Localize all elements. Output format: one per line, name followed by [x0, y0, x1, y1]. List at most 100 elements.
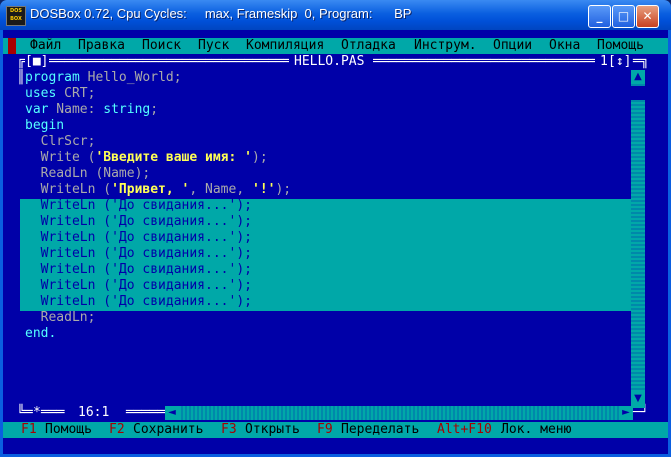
editor-frame-top-left: ╔	[17, 54, 25, 69]
hscroll-right-arrow-icon[interactable]: ►	[619, 406, 633, 420]
menu-item-search[interactable]: Поиск	[142, 38, 181, 54]
code-text: WriteLn (	[25, 214, 112, 229]
maximize-button[interactable]: □	[612, 5, 635, 28]
horizontal-scrollbar[interactable]	[179, 406, 619, 420]
hscroll-left-arrow-icon[interactable]: ◄	[165, 406, 179, 420]
menu-item-options[interactable]: Опции	[493, 38, 532, 54]
code-text: );	[236, 198, 252, 213]
status-label-help[interactable]: Помощь	[45, 422, 92, 438]
code-line[interactable]: WriteLn ('До свидания...');	[25, 262, 252, 278]
code-keyword: uses	[25, 86, 57, 101]
menu-item-run[interactable]: Пуск	[198, 38, 229, 54]
code-text: ;	[150, 102, 159, 117]
code-text: );	[252, 150, 268, 165]
status-key-f2[interactable]: F2	[109, 422, 125, 438]
code-line[interactable]: ClrScr;	[25, 134, 96, 150]
editor-modified-marker: *	[33, 405, 41, 420]
code-text: );	[275, 182, 292, 197]
code-keyword: end.	[25, 326, 57, 341]
editor-file-name: HELLO.PAS	[294, 54, 365, 69]
code-text: Name:	[48, 102, 104, 117]
menu-item-window[interactable]: Окна	[549, 38, 580, 54]
vertical-scrollbar[interactable]	[631, 70, 645, 408]
code-text: CRT;	[56, 86, 96, 101]
code-line[interactable]: end.	[25, 326, 56, 342]
code-line[interactable]: uses CRT;	[25, 86, 95, 102]
title-bar[interactable]: DOS BOX DOSBox 0.72, Cpu Cycles: max, Fr…	[0, 0, 671, 30]
code-line[interactable]: WriteLn ('До свидания...');	[25, 278, 252, 294]
status-label-open[interactable]: Открыть	[245, 422, 300, 438]
status-key-alt-f10[interactable]: Alt+F10	[437, 422, 492, 438]
code-line[interactable]: WriteLn ('До свидания...');	[25, 294, 252, 310]
dosbox-window: DOS BOX DOSBox 0.72, Cpu Cycles: max, Fr…	[0, 0, 671, 457]
code-text: );	[236, 230, 252, 245]
code-text: WriteLn (	[25, 262, 112, 277]
code-string: 'До свидания...'	[111, 246, 237, 261]
code-line[interactable]: WriteLn ('До свидания...');	[25, 230, 252, 246]
vscroll-down-arrow-icon[interactable]: ▼	[631, 392, 645, 406]
code-string: 'До свидания...'	[111, 198, 237, 213]
menu-item-edit[interactable]: Правка	[78, 38, 125, 54]
status-label-local-menu[interactable]: Лок. меню	[501, 422, 571, 438]
code-text: );	[236, 214, 252, 229]
cursor-position: 16:1	[78, 405, 110, 420]
code-text: );	[236, 278, 252, 293]
code-text: );	[236, 294, 252, 309]
code-keyword: string	[103, 102, 151, 117]
code-text: WriteLn (	[25, 198, 112, 213]
close-button[interactable]: ✕	[636, 5, 659, 28]
editor-frame-bottom-left: ╚═	[17, 405, 33, 420]
dosbox-app-icon[interactable]: DOS BOX	[6, 6, 26, 26]
editor-zoom-box[interactable]: [↕]	[608, 54, 631, 70]
menu-item-file[interactable]: Файл	[30, 38, 61, 54]
code-line[interactable]: WriteLn ('Привет, ', Name, '!');	[25, 182, 292, 198]
status-label-make[interactable]: Переделать	[341, 422, 419, 438]
code-line[interactable]: var Name: string;	[25, 102, 158, 118]
code-text: WriteLn (	[25, 294, 112, 309]
code-string: 'До свидания...'	[111, 278, 237, 293]
code-text: WriteLn (	[25, 182, 112, 197]
editor-frame-bottom-a: ═══	[41, 405, 65, 420]
code-line[interactable]: WriteLn ('До свидания...');	[25, 214, 252, 230]
code-text: WriteLn (	[25, 230, 112, 245]
window-title: DOSBox 0.72, Cpu Cycles: max, Frameskip …	[30, 6, 412, 21]
code-text: WriteLn (	[25, 246, 112, 261]
menu-item-compile[interactable]: Компиляция	[246, 38, 324, 54]
code-text: ClrScr;	[25, 134, 96, 149]
code-line[interactable]: program Hello_World;	[25, 70, 182, 86]
code-string: 'До свидания...'	[111, 230, 237, 245]
code-string: 'До свидания...'	[111, 262, 237, 277]
code-text: ReadLn (Name);	[25, 166, 151, 181]
menu-item-help[interactable]: Помощь	[597, 38, 644, 54]
code-text: Hello_World;	[79, 70, 182, 85]
code-text: , Name,	[189, 182, 252, 197]
vscroll-up-arrow-icon[interactable]: ▲	[631, 70, 645, 84]
code-string: 'Привет, '	[111, 182, 190, 197]
code-string: 'Введите ваше имя: '	[95, 150, 252, 165]
menu-item-tools[interactable]: Инструм.	[414, 38, 477, 54]
code-line[interactable]: Write ('Введите ваше имя: ');	[25, 150, 268, 166]
code-line[interactable]: ReadLn (Name);	[25, 166, 151, 182]
code-line[interactable]: begin	[25, 118, 64, 134]
code-text: Write (	[25, 150, 96, 165]
code-keyword: begin	[25, 118, 65, 133]
vscroll-thumb[interactable]	[631, 86, 645, 100]
code-string: '!'	[252, 182, 276, 197]
code-text: WriteLn (	[25, 278, 112, 293]
minimize-button[interactable]: _	[588, 5, 611, 28]
editor-frame-top-right: ══════════════════════════════════════	[373, 54, 595, 69]
status-key-f3[interactable]: F3	[221, 422, 237, 438]
menu-item-debug[interactable]: Отладка	[341, 38, 396, 54]
status-label-save[interactable]: Сохранить	[133, 422, 203, 438]
code-keyword: var	[25, 102, 49, 117]
code-text: );	[236, 262, 252, 277]
system-menu-marker[interactable]	[8, 38, 16, 54]
editor-frame-bottom-b: ═════	[126, 405, 166, 420]
status-key-f1[interactable]: F1	[21, 422, 37, 438]
code-line[interactable]: WriteLn ('До свидания...');	[25, 246, 252, 262]
status-key-f9[interactable]: F9	[317, 422, 333, 438]
code-keyword: program	[25, 70, 80, 85]
editor-close-box[interactable]: [■]	[25, 54, 48, 70]
code-line[interactable]: WriteLn ('До свидания...');	[25, 198, 252, 214]
code-line[interactable]: ReadLn;	[25, 310, 96, 326]
